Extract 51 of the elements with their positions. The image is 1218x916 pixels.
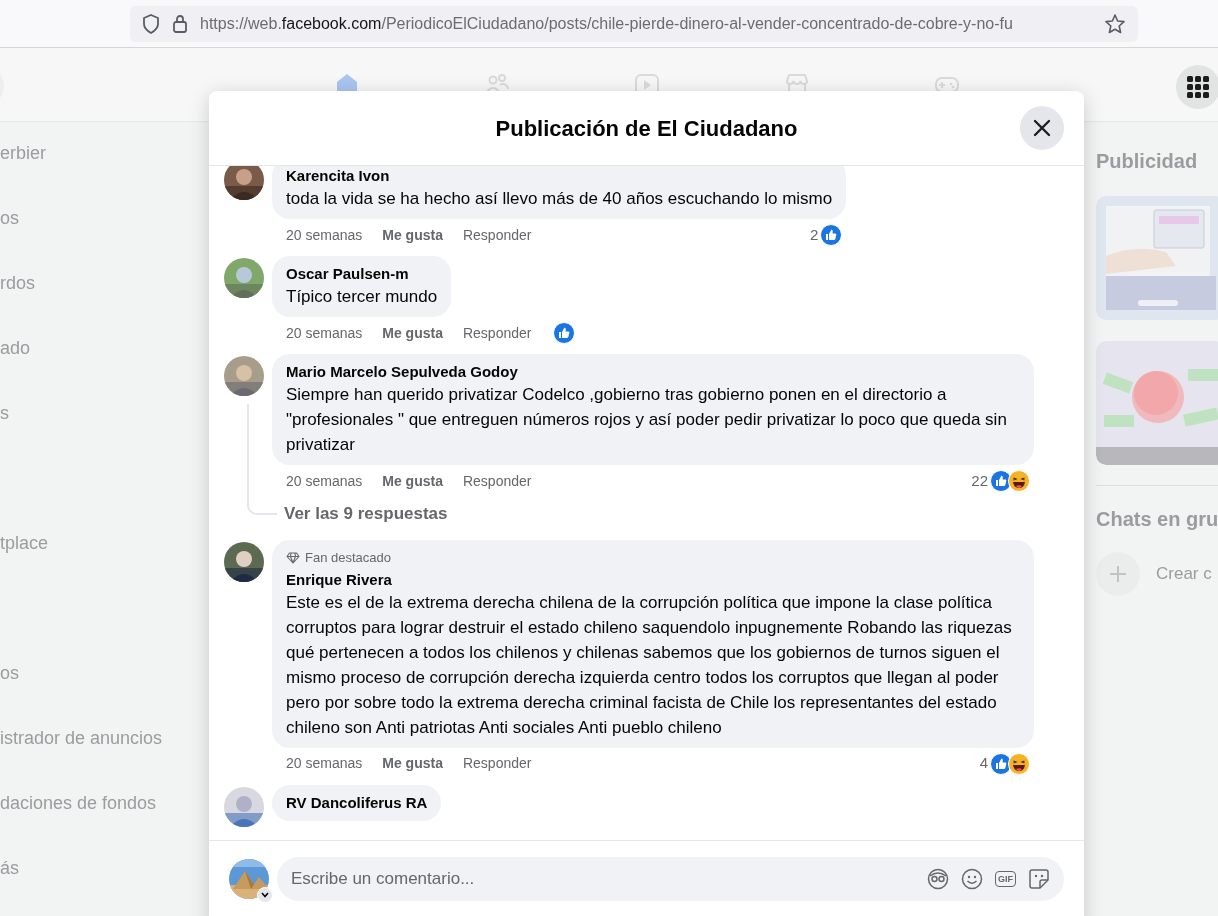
gif-button[interactable]: GIF [995, 870, 1016, 887]
chats-heading: Chats en gru [1096, 507, 1218, 532]
emoji-icon[interactable] [961, 867, 983, 890]
grid-icon [1187, 76, 1209, 98]
ads-heading: Publicidad [1096, 149, 1199, 174]
reply-link[interactable]: Responder [462, 322, 532, 344]
sticker-icon[interactable] [1028, 867, 1050, 890]
shield-icon [142, 13, 160, 34]
view-replies-link[interactable]: Ver las 9 respuestas [284, 501, 448, 527]
dialog-title: Publicación de El Ciudadano [495, 114, 798, 143]
like-reaction-icon [553, 322, 576, 344]
like-link[interactable]: Me gusta [382, 470, 443, 492]
comment-time: 20 semanas [286, 323, 363, 343]
fan-label: Fan destacado [305, 549, 391, 567]
like-link[interactable]: Me gusta [382, 753, 443, 774]
menu-button[interactable] [1176, 65, 1218, 109]
comment-author[interactable]: Mario Marcelo Sepulveda Godoy [286, 362, 1020, 382]
reaction-count[interactable]: 22 [971, 469, 988, 493]
comment-author[interactable]: Oscar Paulsen-m [286, 264, 438, 284]
comment-text: Siempre han querido privatizar Codelco ,gobierno tras gobierno ponen en el directorio a "profesionales " que entreguen números rojos y así poder pedir privatizar lo poco que queda sin privatizar [286, 384, 1008, 456]
url-text: https://web.facebook.com/PeriodicoElCiudadano/posts/chile-pierde-dinero-al-vender-concentrado-de-cobre-y-no-fu [200, 13, 1014, 34]
comment-text: Típico tercer mundo [286, 286, 438, 308]
chevron-down-icon [261, 891, 269, 898]
reply-link[interactable]: Responder [462, 753, 532, 774]
avatar-sticker-icon[interactable] [927, 867, 949, 890]
like-link[interactable]: Me gusta [382, 224, 443, 246]
lock-icon [172, 13, 188, 34]
comment-time: 20 semanas [286, 754, 363, 773]
reply-link[interactable]: Responder [462, 224, 532, 246]
close-icon [1033, 119, 1051, 137]
address-bar[interactable]: https://web.facebook.com/PeriodicoElCiudadano/posts/chile-pierde-dinero-al-vender-concentrado-de-cobre-y-no-fu [130, 5, 1138, 42]
like-link[interactable]: Me gusta [382, 322, 443, 344]
comment-author[interactable]: Karencita Ivon [286, 166, 833, 186]
reply-link[interactable]: Responder [462, 470, 532, 492]
laughing-reaction-icon [1008, 752, 1030, 775]
plus-icon [1109, 565, 1127, 583]
star-icon[interactable] [1104, 12, 1126, 35]
comment-input[interactable]: Escribe un comentario... GIF [277, 856, 1064, 901]
reaction-count[interactable]: 4 [979, 752, 988, 775]
comment-author[interactable]: Enrique Rivera [286, 569, 1020, 590]
create-chat-label: Crear c [1156, 563, 1212, 586]
comment-author[interactable]: RV Dancoliferus RA [286, 792, 428, 813]
comment-text: toda la vida se ha hecho así llevo más de 40 años escuchando lo mismo [286, 188, 833, 210]
comment-time: 20 semanas [286, 471, 363, 491]
reaction-count[interactable]: 2 [809, 223, 819, 247]
like-reaction-icon [820, 224, 843, 246]
close-button[interactable] [1020, 106, 1064, 150]
laughing-reaction-icon [1008, 470, 1030, 492]
comment-time: 20 semanas [286, 225, 363, 245]
diamond-icon [286, 551, 300, 564]
comment-text: Este es el de la extrema derecha chilena de la corrupción política que impone la clase política corruptos para lograr destruir el estado chileno saquendolo inpugnemente Robando las riquezas qué pertenecen a todos los chilenos y chilenas sabemos que los gobiernos de turnos siguen el mismo proceso de corrupción derecha izquierda centro todos los corruptos que llegan al poder pero por sobre todo la extrema derecha criminal facista de Chile los representantes del estado chileno son Anti patriotas Anti sociales Anti pueblo chileno [286, 591, 1013, 739]
